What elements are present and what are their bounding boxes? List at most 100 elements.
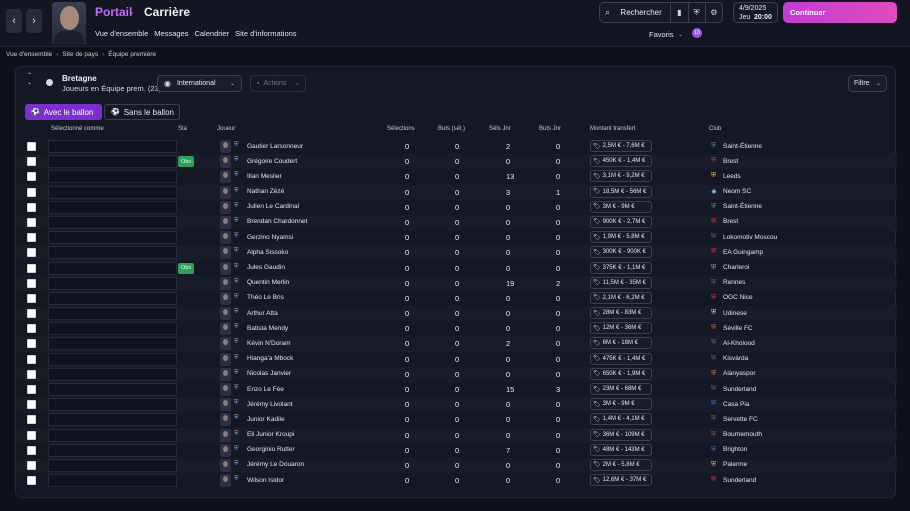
club-name[interactable]: Séville FC [723, 325, 753, 332]
club-name[interactable]: Saint-Étienne [723, 203, 762, 210]
header-sta[interactable]: Sta [178, 126, 187, 132]
menu-item-calendar[interactable]: Calendrier [194, 29, 229, 38]
table-row[interactable]: ⛨ Wilson Isidor 0 0 0 0 🏷 12,6M € - 37M € ⛨ Sunde… [16, 473, 897, 488]
player-name[interactable]: Jérémy Livolant [247, 401, 293, 408]
menu-item-messages[interactable]: Messages [154, 29, 188, 38]
row-checkbox[interactable] [27, 248, 36, 258]
table-row[interactable]: ⛨ Kévin N'Doram 0 0 2 0 🏷 6M € - 18M € ⛨ Al-Kholo… [16, 336, 897, 352]
continue-button[interactable]: Continuer [783, 2, 897, 23]
player-name[interactable]: Quentin Merlin [247, 279, 289, 286]
tab-with-ball[interactable]: ⚽ Avec le ballon [25, 104, 102, 120]
selected-as-field[interactable] [48, 413, 177, 427]
menu-item-news-site[interactable]: Site d'informations [235, 29, 296, 38]
selected-as-field[interactable] [48, 322, 177, 336]
shield-icon[interactable]: ⛨ [688, 8, 704, 18]
breadcrumb-item[interactable]: Vue d'ensemble [6, 51, 52, 58]
club-name[interactable]: Leeds [723, 173, 741, 180]
portal-title[interactable]: Portail [95, 5, 132, 19]
row-checkbox[interactable] [27, 460, 36, 470]
actions-dropdown[interactable]: ▪ Actions ⌄ [250, 75, 306, 92]
header-club[interactable]: Club [709, 126, 721, 132]
row-checkbox[interactable] [27, 278, 36, 288]
table-row[interactable]: ⛨ Julien Le Cardinal 0 0 0 0 🏷 3M € - 9M € ⛨ Sain… [16, 200, 897, 215]
row-checkbox[interactable] [27, 233, 36, 243]
club-name[interactable]: Kisvárda [723, 355, 748, 362]
row-checkbox[interactable] [27, 157, 36, 167]
table-row[interactable]: ⛨ Jérémy Livolant 0 0 0 0 🏷 3M € - 9M € ⛨ Casa Pi… [16, 397, 897, 413]
table-row[interactable]: Obs ⛨ Grégoire Coudert 0 0 0 0 🏷 450K € - 1,4M €… [16, 154, 897, 170]
notes-icon[interactable]: ▮ [671, 8, 687, 17]
club-name[interactable]: Servette FC [723, 416, 758, 423]
table-row[interactable]: ⛨ Hianga'a Mbock 0 0 0 0 🏷 475K € - 1,4M € ⛨ Kisv… [16, 352, 897, 367]
gear-icon[interactable]: ⚙ [706, 8, 722, 17]
club-name[interactable]: Brighton [723, 446, 747, 453]
player-name[interactable]: Grégoire Coudert [247, 158, 297, 165]
player-name[interactable]: Illan Meslier [247, 173, 282, 180]
row-checkbox[interactable] [27, 354, 36, 364]
selected-as-field[interactable] [48, 155, 177, 169]
club-name[interactable]: Brest [723, 218, 738, 225]
club-name[interactable]: Brest [723, 158, 738, 165]
favorites-label[interactable]: Favoris [649, 30, 674, 39]
player-name[interactable]: Eli Junior Kroupi [247, 431, 294, 438]
row-checkbox[interactable] [27, 430, 36, 440]
row-checkbox[interactable] [27, 385, 36, 394]
selected-as-field[interactable] [48, 261, 177, 275]
selected-as-field[interactable] [48, 291, 177, 305]
forward-button[interactable]: › [26, 9, 42, 33]
table-row[interactable]: ⛨ Alpha Sissoko 0 0 0 0 🏷 300K € - 900K € ⛨ EA Gu… [16, 245, 897, 261]
selected-as-field[interactable] [48, 458, 177, 472]
club-name[interactable]: Casa Pia [723, 401, 749, 408]
club-name[interactable]: EA Guingamp [723, 249, 763, 256]
player-name[interactable]: Julien Le Cardinal [247, 203, 299, 210]
club-name[interactable]: Alanyaspor [723, 370, 756, 377]
row-checkbox[interactable] [27, 202, 36, 212]
selected-as-field[interactable] [48, 367, 177, 381]
table-row[interactable]: ⛨ Théo Le Bris 0 0 0 0 🏷 2,1M € - 6,2M € ⛨ OGC Ni… [16, 291, 897, 306]
table-row[interactable]: ⛨ Georginio Rutter 0 0 7 0 🏷 48M € - 143M € ⛨ Bri… [16, 443, 897, 458]
table-row[interactable]: ⛨ Gautier Larsonneur 0 0 2 0 🏷 2,5M € - 7,6M € ⛨… [16, 139, 897, 154]
row-checkbox[interactable] [27, 293, 36, 303]
selected-as-field[interactable] [48, 398, 177, 412]
chevron-down-icon[interactable]: ⌄ [184, 8, 190, 16]
club-name[interactable]: Neom SC [723, 188, 751, 195]
club-name[interactable]: Lokomotiv Moscou [723, 234, 777, 241]
header-player[interactable]: Joueur [217, 126, 235, 132]
player-name[interactable]: Théo Le Bris [247, 294, 284, 301]
table-row[interactable]: ⛨ Illan Meslier 0 0 13 0 🏷 3,1M € - 9,2M € ⛨ Leed… [16, 169, 897, 184]
club-name[interactable]: Bournemouth [723, 431, 762, 438]
row-checkbox[interactable] [27, 339, 36, 349]
club-name[interactable]: Saint-Étienne [723, 143, 762, 150]
tab-without-ball[interactable]: ⚽ Sans le ballon [104, 104, 180, 120]
row-checkbox[interactable] [27, 369, 36, 379]
player-name[interactable]: Jérémy Le Douaron [247, 461, 304, 468]
club-name[interactable]: OGC Nice [723, 294, 753, 301]
club-name[interactable]: Palerme [723, 461, 747, 468]
table-row[interactable]: ⛨ Junior Kadile 0 0 0 0 🏷 1,4M € - 4,1M € ⛨ Serve… [16, 412, 897, 427]
filter-dropdown[interactable]: Filtre ⌄ [848, 75, 887, 92]
player-name[interactable]: Gautier Larsonneur [247, 143, 303, 150]
header-caps[interactable]: Sélections [387, 126, 415, 132]
row-checkbox[interactable] [27, 217, 36, 227]
table-row[interactable]: ⛨ Nathan Zézé 0 0 3 1 🏷 18,5M € - 56M € ✸ Neom SC [16, 184, 897, 200]
header-goals-jnr[interactable]: Buts Jnr [539, 126, 561, 132]
selected-as-field[interactable] [48, 170, 177, 184]
search-bar[interactable]: ⌕ Rechercher ▮ ⛨ ⚙ [599, 2, 723, 23]
player-name[interactable]: Nicolas Janvier [247, 370, 291, 377]
selected-as-field[interactable] [48, 231, 177, 245]
selected-as-field[interactable] [48, 185, 177, 199]
table-row[interactable]: ⛨ Quentin Merlin 0 0 19 2 🏷 11,5M € - 35M € ⛨ Ren… [16, 275, 897, 291]
header-transfer[interactable]: Montant transfert [590, 126, 635, 132]
selected-as-field[interactable] [48, 428, 177, 442]
player-name[interactable]: Brendan Chardonnet [247, 218, 307, 225]
menu-item-overview[interactable]: Vue d'ensemble [95, 29, 148, 38]
selected-as-field[interactable] [48, 276, 177, 290]
table-row[interactable]: ⛨ Batista Mendy 0 0 0 0 🏷 12M € - 36M € ⛨ Séville… [16, 321, 897, 336]
selected-as-field[interactable] [48, 443, 177, 457]
player-name[interactable]: Batista Mendy [247, 325, 288, 332]
player-name[interactable]: Jules Gaudin [247, 264, 285, 271]
row-checkbox[interactable] [27, 309, 36, 319]
header-selected-as[interactable]: Sélectionné comme [51, 126, 104, 132]
row-checkbox[interactable] [27, 187, 36, 197]
chevron-down-icon[interactable]: ⌄ [678, 31, 683, 38]
